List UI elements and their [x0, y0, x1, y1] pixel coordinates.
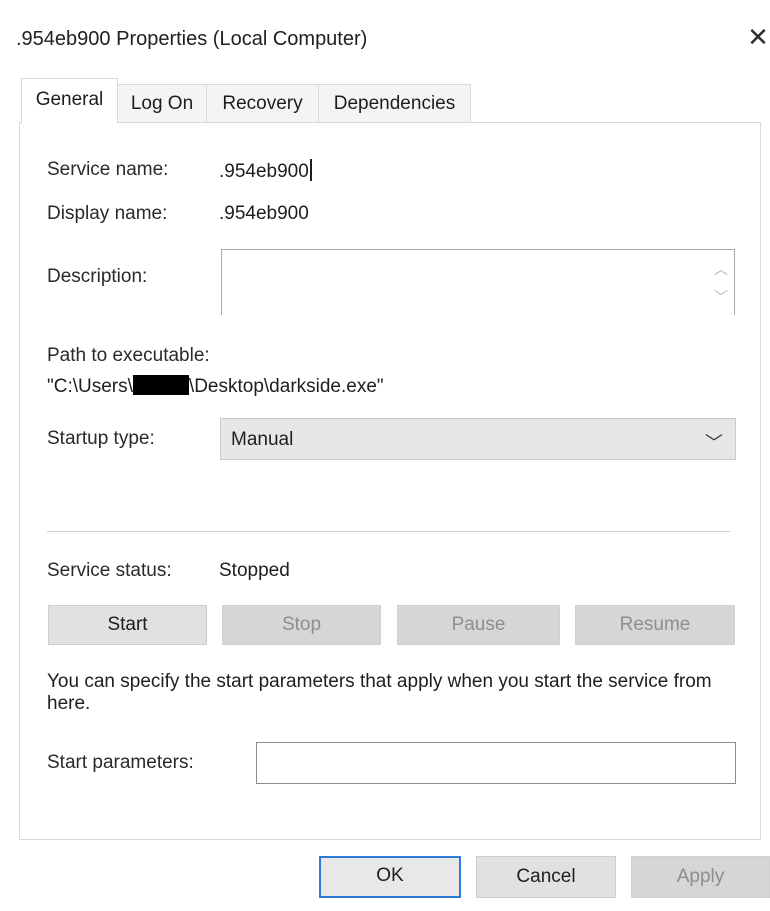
redacted-username — [132, 375, 189, 395]
stop-button[interactable]: Stop — [222, 605, 381, 645]
display-name-value: .954eb900 — [219, 203, 309, 224]
start-parameters-input[interactable] — [256, 742, 736, 784]
path-value: "C:\Users\ \Desktop\darkside.exe" — [47, 375, 384, 397]
start-parameters-hint: You can specify the start parameters tha… — [47, 671, 712, 714]
startup-type-label: Startup type: — [47, 428, 155, 449]
service-status-value: Stopped — [219, 560, 290, 581]
cancel-button[interactable]: Cancel — [476, 856, 616, 898]
tab-log-on[interactable]: Log On — [117, 84, 207, 122]
text-caret — [309, 159, 312, 181]
chevron-down-icon: ﹀ — [705, 433, 723, 453]
startup-type-select[interactable]: Manual ﹀ — [220, 418, 736, 460]
general-tab-panel — [19, 122, 761, 840]
resume-button[interactable]: Resume — [575, 605, 735, 645]
window-title: .954eb900 Properties (Local Computer) — [16, 28, 368, 50]
start-button[interactable]: Start — [48, 605, 207, 645]
ok-button[interactable]: OK — [319, 856, 461, 898]
path-label: Path to executable: — [47, 345, 210, 366]
description-field[interactable]: ︿ ﹀ — [221, 249, 735, 315]
divider — [47, 531, 730, 532]
scroll-up-icon[interactable]: ︿ — [714, 262, 728, 276]
description-label: Description: — [47, 266, 148, 287]
service-status-label: Service status: — [47, 560, 172, 581]
display-name-label: Display name: — [47, 203, 168, 224]
service-name-value[interactable]: .954eb900 — [219, 159, 312, 183]
scroll-down-icon[interactable]: ﹀ — [714, 290, 728, 304]
apply-button[interactable]: Apply — [631, 856, 770, 898]
service-name-label: Service name: — [47, 159, 169, 180]
tab-recovery[interactable]: Recovery — [206, 84, 319, 122]
description-scrollbar[interactable]: ︿ ﹀ — [708, 250, 734, 315]
start-parameters-label: Start parameters: — [47, 752, 194, 773]
close-icon[interactable]: ✕ — [744, 22, 770, 52]
tab-dependencies[interactable]: Dependencies — [318, 84, 471, 122]
tab-general[interactable]: General — [21, 78, 118, 123]
pause-button[interactable]: Pause — [397, 605, 560, 645]
startup-type-value: Manual — [231, 429, 294, 450]
